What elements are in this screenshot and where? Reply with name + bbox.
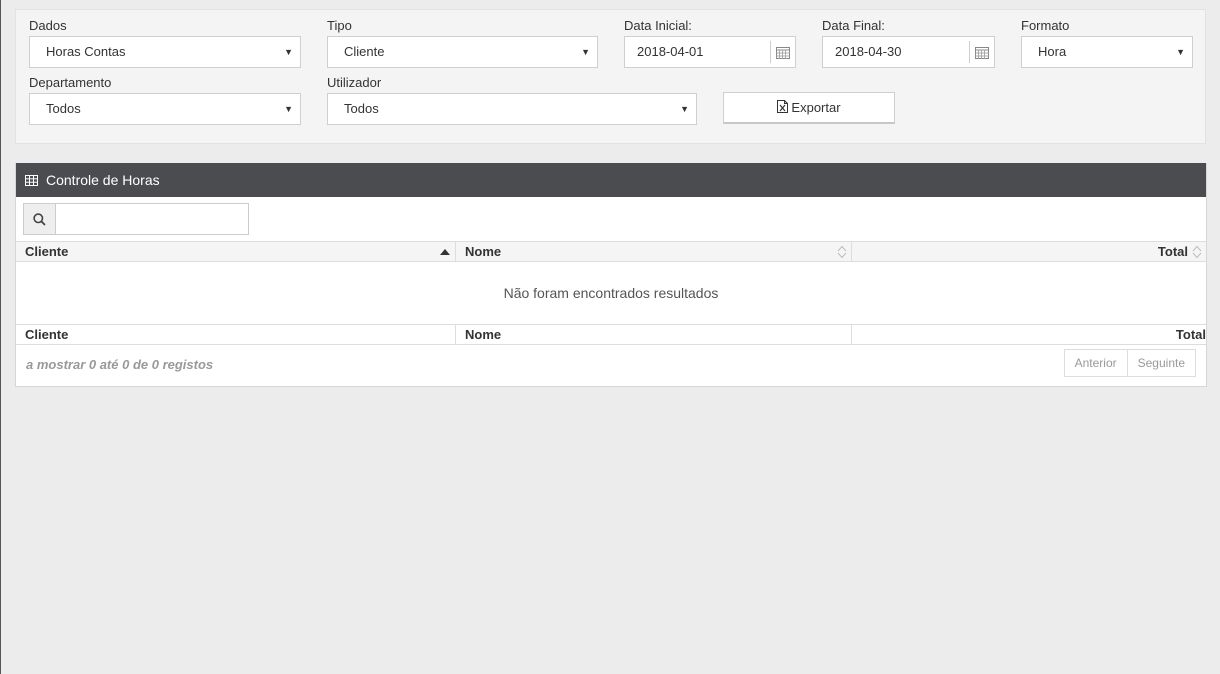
data-inicial-field: Data Inicial: 2018-04-01 — [624, 18, 796, 68]
search-box — [23, 203, 249, 235]
formato-value: Hora — [1038, 44, 1067, 59]
calendar-icon[interactable] — [969, 41, 994, 63]
filter-panel: Dados Horas Contas ▼ Tipo Cliente ▼ Data… — [15, 9, 1206, 144]
column-header-label: Total — [1157, 244, 1188, 259]
caret-down-icon: ▼ — [284, 47, 293, 57]
export-label: Exportar — [791, 100, 841, 115]
column-header-cliente[interactable]: Cliente — [16, 241, 456, 262]
excel-file-icon — [777, 99, 789, 116]
data-inicial-input[interactable]: 2018-04-01 — [624, 36, 796, 68]
data-inicial-label: Data Inicial: — [624, 18, 692, 33]
dados-field: Dados Horas Contas ▼ — [29, 18, 301, 68]
dados-value: Horas Contas — [46, 44, 126, 59]
panel-header: Controle de Horas — [16, 163, 1206, 197]
column-header-nome[interactable]: Nome — [455, 241, 852, 262]
window-left-edge — [0, 0, 1, 674]
data-final-label: Data Final: — [822, 18, 885, 33]
caret-down-icon: ▼ — [284, 104, 293, 114]
utilizador-select[interactable]: Todos ▼ — [327, 93, 697, 125]
caret-down-icon: ▼ — [581, 47, 590, 57]
pagination: Anterior Seguinte — [1063, 349, 1196, 377]
calendar-icon[interactable] — [770, 41, 795, 63]
utilizador-value: Todos — [344, 101, 379, 116]
departamento-select[interactable]: Todos ▼ — [29, 93, 301, 125]
column-header-total[interactable]: Total — [851, 241, 1206, 262]
tipo-label: Tipo — [327, 18, 352, 33]
table-icon — [25, 174, 38, 186]
departamento-value: Todos — [46, 101, 81, 116]
data-final-value: 2018-04-30 — [835, 44, 902, 59]
sort-both-icon — [1192, 242, 1202, 261]
table-row: Não foram encontrados resultados — [16, 262, 1206, 325]
sort-both-icon — [837, 242, 847, 261]
sort-asc-icon — [440, 242, 450, 261]
data-inicial-value: 2018-04-01 — [637, 44, 704, 59]
export-button[interactable]: Exportar — [723, 92, 895, 124]
footer-cliente: Cliente — [16, 324, 456, 345]
data-final-input[interactable]: 2018-04-30 — [822, 36, 995, 68]
departamento-field: Departamento Todos ▼ — [29, 75, 301, 125]
controle-horas-panel: Controle de Horas Cliente Nome Total Não… — [15, 163, 1207, 387]
column-header-label: Cliente — [25, 244, 69, 259]
caret-down-icon: ▼ — [1176, 47, 1185, 57]
formato-label: Formato — [1021, 18, 1070, 33]
caret-down-icon: ▼ — [680, 104, 689, 114]
footer-nome: Nome — [455, 324, 852, 345]
data-final-field: Data Final: 2018-04-30 — [822, 18, 995, 68]
footer-total: Total — [851, 324, 1206, 345]
previous-page-button[interactable]: Anterior — [1063, 349, 1128, 377]
table-footer-row: Cliente Nome Total — [16, 324, 1206, 345]
dados-label: Dados — [29, 18, 67, 33]
formato-field: Formato Hora ▼ — [1021, 18, 1193, 68]
departamento-label: Departamento — [29, 75, 112, 90]
tipo-select[interactable]: Cliente ▼ — [327, 36, 598, 68]
table-header-row: Cliente Nome Total — [16, 241, 1206, 262]
next-page-button[interactable]: Seguinte — [1127, 349, 1196, 377]
empty-message: Não foram encontrados resultados — [503, 285, 719, 301]
formato-select[interactable]: Hora ▼ — [1021, 36, 1193, 68]
tipo-value: Cliente — [344, 44, 385, 59]
search-icon — [23, 203, 55, 235]
utilizador-label: Utilizador — [327, 75, 382, 90]
column-header-label: Nome — [465, 244, 502, 259]
utilizador-field: Utilizador Todos ▼ — [327, 75, 697, 125]
tipo-field: Tipo Cliente ▼ — [327, 18, 598, 68]
search-input[interactable] — [55, 203, 249, 235]
dados-select[interactable]: Horas Contas ▼ — [29, 36, 301, 68]
results-table: Cliente Nome Total Não foram encontrados… — [16, 241, 1206, 345]
records-info: a mostrar 0 até 0 de 0 registos — [26, 357, 214, 372]
panel-title: Controle de Horas — [46, 172, 160, 188]
